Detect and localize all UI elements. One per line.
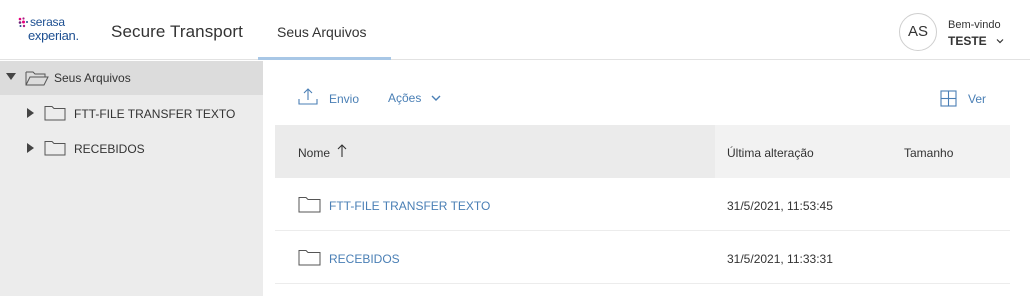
row-folder-name-link[interactable]: FTT-FILE TRANSFER TEXTO — [329, 199, 490, 213]
column-header-size[interactable]: Tamanho — [904, 146, 953, 160]
column-header-label: Nome — [298, 146, 331, 160]
upload-label: Envio — [329, 92, 360, 106]
upload-icon — [298, 88, 318, 105]
logo-text-serasa: serasa — [30, 15, 65, 29]
welcome-text: Bem-vindo — [948, 19, 1001, 31]
row-folder-name-link[interactable]: RECEBIDOS — [329, 252, 400, 266]
row-modified: 31/5/2021, 11:53:45 — [727, 199, 833, 213]
table-header: Nome Última alteração Tamanho — [275, 125, 1010, 178]
tab-label: Seus Arquivos — [277, 24, 367, 40]
tree-item-label: Seus Arquivos — [54, 71, 131, 85]
serasa-experian-logo[interactable]: serasa experian. — [18, 16, 96, 46]
tree-item-label: RECEBIDOS — [74, 142, 145, 156]
folder-icon — [298, 250, 321, 266]
folder-tree: Seus Arquivos FTT-FILE TRANSFER TEXTO RE… — [0, 61, 263, 296]
chevron-down-icon — [431, 95, 441, 101]
row-modified: 31/5/2021, 11:33:31 — [727, 252, 833, 266]
caret-right-icon[interactable] — [27, 143, 35, 153]
caret-down-icon[interactable] — [6, 73, 16, 81]
user-menu[interactable]: TESTE — [948, 34, 987, 48]
view-label: Ver — [968, 92, 987, 106]
actions-dropdown[interactable]: Ações — [388, 90, 448, 108]
tree-item-root[interactable]: Seus Arquivos — [0, 61, 263, 95]
app-title: Secure Transport — [111, 22, 243, 41]
actions-label: Ações — [388, 91, 422, 105]
caret-right-icon[interactable] — [27, 108, 35, 118]
top-bar: serasa experian. Secure Transport Seus A… — [0, 0, 1030, 60]
avatar[interactable]: AS — [899, 13, 937, 51]
grid-view-icon — [940, 90, 957, 107]
logo-text-experian: experian. — [28, 28, 79, 43]
folder-icon — [44, 141, 66, 156]
tree-item-label: FTT-FILE TRANSFER TEXTO — [74, 107, 236, 121]
tree-item-ftt[interactable]: FTT-FILE TRANSFER TEXTO — [0, 101, 263, 127]
table-row[interactable]: RECEBIDOS 31/5/2021, 11:33:31 — [275, 232, 1010, 284]
open-folder-icon — [25, 71, 49, 86]
view-button[interactable]: Ver — [940, 89, 992, 109]
upload-button[interactable]: Envio — [298, 86, 362, 110]
folder-icon — [44, 106, 66, 121]
tree-item-recebidos[interactable]: RECEBIDOS — [0, 136, 263, 162]
folder-icon — [298, 197, 321, 213]
table-row[interactable]: FTT-FILE TRANSFER TEXTO 31/5/2021, 11:53… — [275, 179, 1010, 231]
arrow-up-icon — [337, 144, 347, 157]
chevron-down-icon[interactable] — [994, 35, 1006, 47]
column-header-modified[interactable]: Última alteração — [727, 146, 814, 160]
column-header-name[interactable]: Nome — [275, 125, 715, 178]
tab-seus-arquivos[interactable]: Seus Arquivos — [258, 0, 391, 60]
